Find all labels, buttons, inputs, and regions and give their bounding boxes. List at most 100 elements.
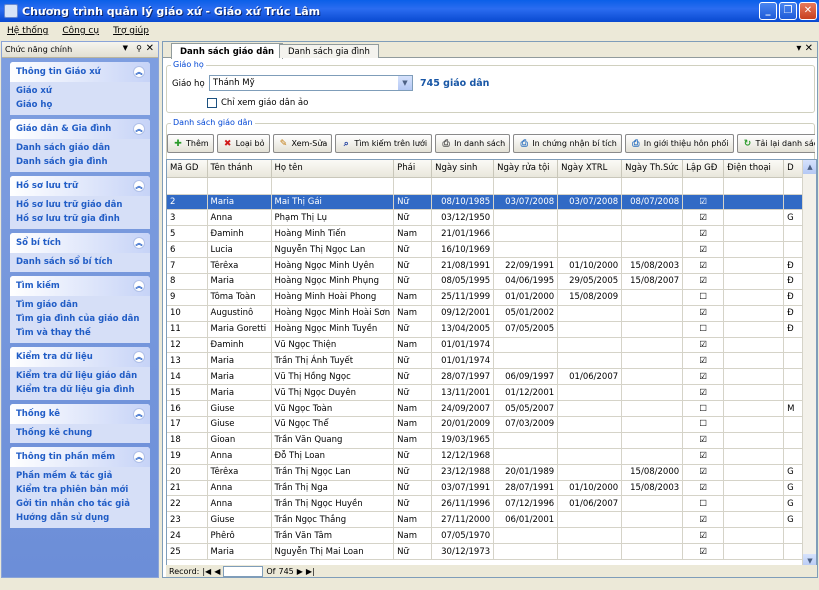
- table-row[interactable]: 10 Augustinô Hoàng Ngọc Minh Hoài Sơn Nam 09…: [167, 305, 807, 322]
- column-header[interactable]: Ngày sinh: [431, 160, 495, 178]
- filter-cell[interactable]: [271, 177, 395, 195]
- column-header[interactable]: Ngày Th.Sức: [621, 160, 684, 178]
- table-row[interactable]: 18 Gioan Trần Văn Quang Nam 19/03/1965 ☑: [167, 432, 807, 449]
- filter-cell[interactable]: [682, 177, 725, 195]
- table-row[interactable]: 7 Têrêxa Hoàng Ngọc Minh Uyên Nữ 21/08/1991 2…: [167, 257, 807, 274]
- first-record-icon[interactable]: |◀: [202, 567, 211, 576]
- table-row[interactable]: 25 Maria Nguyễn Thị Mai Loan Nữ 30/12/1973 ☑: [167, 543, 807, 560]
- lap-gd-checkbox[interactable]: ☑: [682, 543, 725, 560]
- panel-group-header[interactable]: Kiểm tra dữ liệu ︽: [10, 347, 150, 367]
- panel-link[interactable]: Hồ sơ lưu trữ giáo dân: [10, 198, 150, 212]
- menu-cong-cu[interactable]: Công cụ: [55, 26, 106, 36]
- table-row[interactable]: 13 Maria Trần Thị Ánh Tuyết Nữ 01/01/1974 ☑: [167, 352, 807, 370]
- panel-link[interactable]: Kiểm tra dữ liệu giáo dân: [10, 369, 150, 383]
- collapse-icon[interactable]: ︽: [133, 66, 145, 78]
- panel-group-header[interactable]: Thống kê ︽: [10, 404, 150, 424]
- lap-gd-checkbox[interactable]: ☐: [682, 321, 725, 338]
- panel-group-header[interactable]: Giáo dân & Gia đình ︽: [10, 119, 150, 139]
- lap-gd-checkbox[interactable]: ☑: [682, 384, 725, 402]
- lap-gd-checkbox[interactable]: ☑: [682, 257, 725, 274]
- table-row[interactable]: 24 Phêrô Trần Văn Tâm Nam 07/05/1970 ☑: [167, 527, 807, 545]
- lap-gd-checkbox[interactable]: ☑: [682, 480, 725, 497]
- table-row[interactable]: 9 Tôma Toàn Hoàng Minh Hoài Phong Nam 25/11/…: [167, 289, 807, 306]
- column-header[interactable]: Ngày XTRL: [557, 160, 623, 178]
- panel-link[interactable]: Giáo họ: [10, 98, 150, 112]
- lap-gd-checkbox[interactable]: ☐: [682, 416, 725, 433]
- panel-link[interactable]: Gởi tin nhắn cho tác giả: [10, 497, 150, 511]
- column-header[interactable]: Tên thánh: [207, 160, 272, 178]
- record-input[interactable]: [223, 565, 264, 577]
- panel-link[interactable]: Hồ sơ lưu trữ gia đình: [10, 212, 150, 226]
- collapse-icon[interactable]: ︽: [133, 237, 145, 249]
- minimize-button[interactable]: _: [759, 2, 777, 20]
- lap-gd-checkbox[interactable]: ☑: [682, 194, 725, 211]
- column-header[interactable]: Ngày rửa tội: [493, 160, 559, 178]
- table-row[interactable]: 8 Maria Hoàng Ngọc Minh Phụng Nữ 08/05/1995 0…: [167, 273, 807, 290]
- collapse-icon[interactable]: ︽: [133, 280, 145, 292]
- lap-gd-checkbox[interactable]: ☑: [682, 368, 725, 386]
- lap-gd-checkbox[interactable]: ☐: [682, 400, 725, 417]
- table-row[interactable]: 5 Đaminh Hoàng Minh Tiến Nam 21/01/1966 ☑: [167, 225, 807, 243]
- lap-gd-checkbox[interactable]: ☑: [682, 511, 725, 529]
- view-edit-button[interactable]: ✎ Xem-Sửa: [272, 134, 333, 153]
- filter-cell[interactable]: [557, 177, 623, 195]
- column-header[interactable]: Phái: [393, 160, 433, 178]
- close-button[interactable]: ✕: [799, 2, 817, 20]
- tab-danh-sach-giao-dan[interactable]: Danh sách giáo dân: [171, 43, 284, 59]
- lap-gd-checkbox[interactable]: ☑: [682, 305, 725, 322]
- panel-link[interactable]: Phần mềm & tác giả: [10, 469, 150, 483]
- table-row[interactable]: 23 Giuse Trần Ngọc Thắng Nam 27/11/2000 06/01…: [167, 511, 807, 529]
- panel-link[interactable]: Tìm gia đình của giáo dân: [10, 312, 150, 326]
- print-list-button[interactable]: ⎙ In danh sách: [435, 134, 511, 153]
- panel-link[interactable]: Tìm và thay thế: [10, 326, 150, 340]
- table-row[interactable]: 6 Lucia Nguyễn Thị Ngọc Lan Nữ 16/10/1969 ☑: [167, 241, 807, 259]
- table-row[interactable]: 16 Giuse Vũ Ngọc Toàn Nam 24/09/2007 05/05/20…: [167, 400, 807, 417]
- next-record-icon[interactable]: ▶: [297, 567, 303, 576]
- last-record-icon[interactable]: ▶|: [306, 567, 315, 576]
- panel-link[interactable]: Giáo xứ: [10, 84, 150, 98]
- filter-row[interactable]: [167, 177, 807, 195]
- collapse-icon[interactable]: ︽: [133, 351, 145, 363]
- filter-cell[interactable]: [493, 177, 559, 195]
- lap-gd-checkbox[interactable]: ☑: [682, 527, 725, 545]
- virtual-checkbox[interactable]: [207, 98, 217, 108]
- lap-gd-checkbox[interactable]: ☑: [682, 209, 725, 227]
- panel-group-header[interactable]: Thông tin Giáo xứ ︽: [10, 62, 150, 82]
- reload-button[interactable]: ↻Tải lại danh sách: [736, 134, 815, 153]
- table-row[interactable]: 15 Maria Vũ Thị Ngọc Duyên Nữ 13/11/2001 01/1…: [167, 384, 807, 402]
- table-row[interactable]: 17 Giuse Vũ Ngọc Thể Nam 20/01/2009 07/03/200…: [167, 416, 807, 433]
- table-row[interactable]: 3 Anna Phạm Thị Lụ Nữ 03/12/1950 ☑ G: [167, 209, 807, 227]
- collapse-icon[interactable]: ︽: [133, 451, 145, 463]
- panel-link[interactable]: Danh sách sổ bí tích: [10, 255, 150, 269]
- menu-he-thong[interactable]: Hệ thống: [0, 26, 55, 36]
- table-row[interactable]: 14 Maria Vũ Thị Hồng Ngọc Nữ 28/07/1997 06/09…: [167, 368, 807, 386]
- table-row[interactable]: 21 Anna Trần Thị Nga Nữ 03/07/1991 28/07/1991…: [167, 480, 807, 497]
- table-row[interactable]: 22 Anna Trần Thị Ngọc Huyền Nữ 26/11/1996 07/…: [167, 495, 807, 513]
- vertical-scrollbar[interactable]: ▲ ▼: [802, 160, 816, 568]
- panel-link[interactable]: Tìm giáo dân: [10, 298, 150, 312]
- table-row[interactable]: 20 Têrêxa Trần Thị Ngọc Lan Nữ 23/12/1988 20/…: [167, 464, 807, 481]
- filter-cell[interactable]: [723, 177, 785, 195]
- pin-icon[interactable]: ⚲: [136, 44, 142, 53]
- tab-menu-icon[interactable]: ▾ ✕: [796, 43, 813, 54]
- panel-link[interactable]: Danh sách giáo dân: [10, 141, 150, 155]
- panel-group-header[interactable]: Hồ sơ lưu trữ ︽: [10, 176, 150, 196]
- collapse-icon[interactable]: ︽: [133, 123, 145, 135]
- lap-gd-checkbox[interactable]: ☑: [682, 352, 725, 370]
- lap-gd-checkbox[interactable]: ☐: [682, 495, 725, 513]
- panel-link[interactable]: Danh sách gia đình: [10, 155, 150, 169]
- lap-gd-checkbox[interactable]: ☑: [682, 448, 725, 465]
- lap-gd-checkbox[interactable]: ☑: [682, 225, 725, 243]
- panel-group-header[interactable]: Sổ bí tích ︽: [10, 233, 150, 253]
- filter-cell[interactable]: [207, 177, 272, 195]
- column-header[interactable]: Họ tên: [271, 160, 395, 178]
- filter-cell[interactable]: [393, 177, 433, 195]
- add-button[interactable]: ✚ Thêm: [167, 134, 214, 153]
- panel-group-header[interactable]: Thông tin phần mềm ︽: [10, 447, 150, 467]
- print-marriage-button[interactable]: ⎙ In giới thiệu hôn phối: [624, 134, 734, 153]
- remove-button[interactable]: ✖ Loại bỏ: [216, 134, 270, 153]
- table-row[interactable]: 19 Anna Đỗ Thị Loan Nữ 12/12/1968 ☑: [167, 448, 807, 465]
- grid-search-button[interactable]: ⌕ Tìm kiếm trên lưới: [335, 134, 433, 153]
- menu-tro-giup[interactable]: Trợ giúp: [106, 26, 156, 36]
- giao-ho-combo[interactable]: Thánh Mỹ ▼: [209, 75, 413, 91]
